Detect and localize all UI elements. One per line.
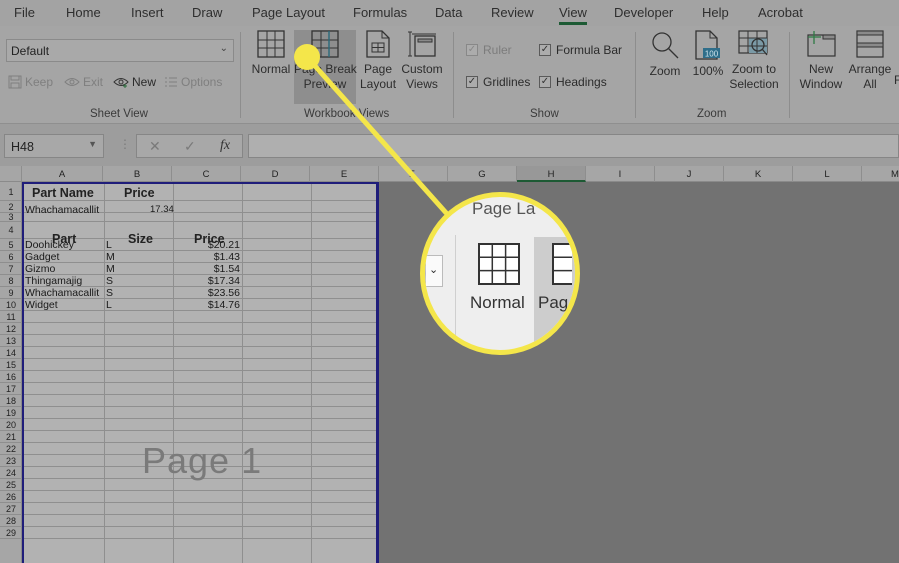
callout-dropdown-chevron-icon: ⌄ bbox=[425, 255, 443, 287]
callout-page-break-icon bbox=[552, 243, 572, 285]
callout-normal-label: Normal bbox=[470, 293, 525, 312]
callout-divider bbox=[455, 235, 456, 350]
callout-page-break-label: Pag bbox=[538, 293, 569, 312]
callout-normal-grid-icon bbox=[478, 243, 520, 285]
callout-dot bbox=[294, 44, 320, 70]
magnified-callout: Page La ⌄ Normal Pag bbox=[420, 192, 580, 355]
callout-tab-partial: Page La bbox=[472, 199, 536, 218]
